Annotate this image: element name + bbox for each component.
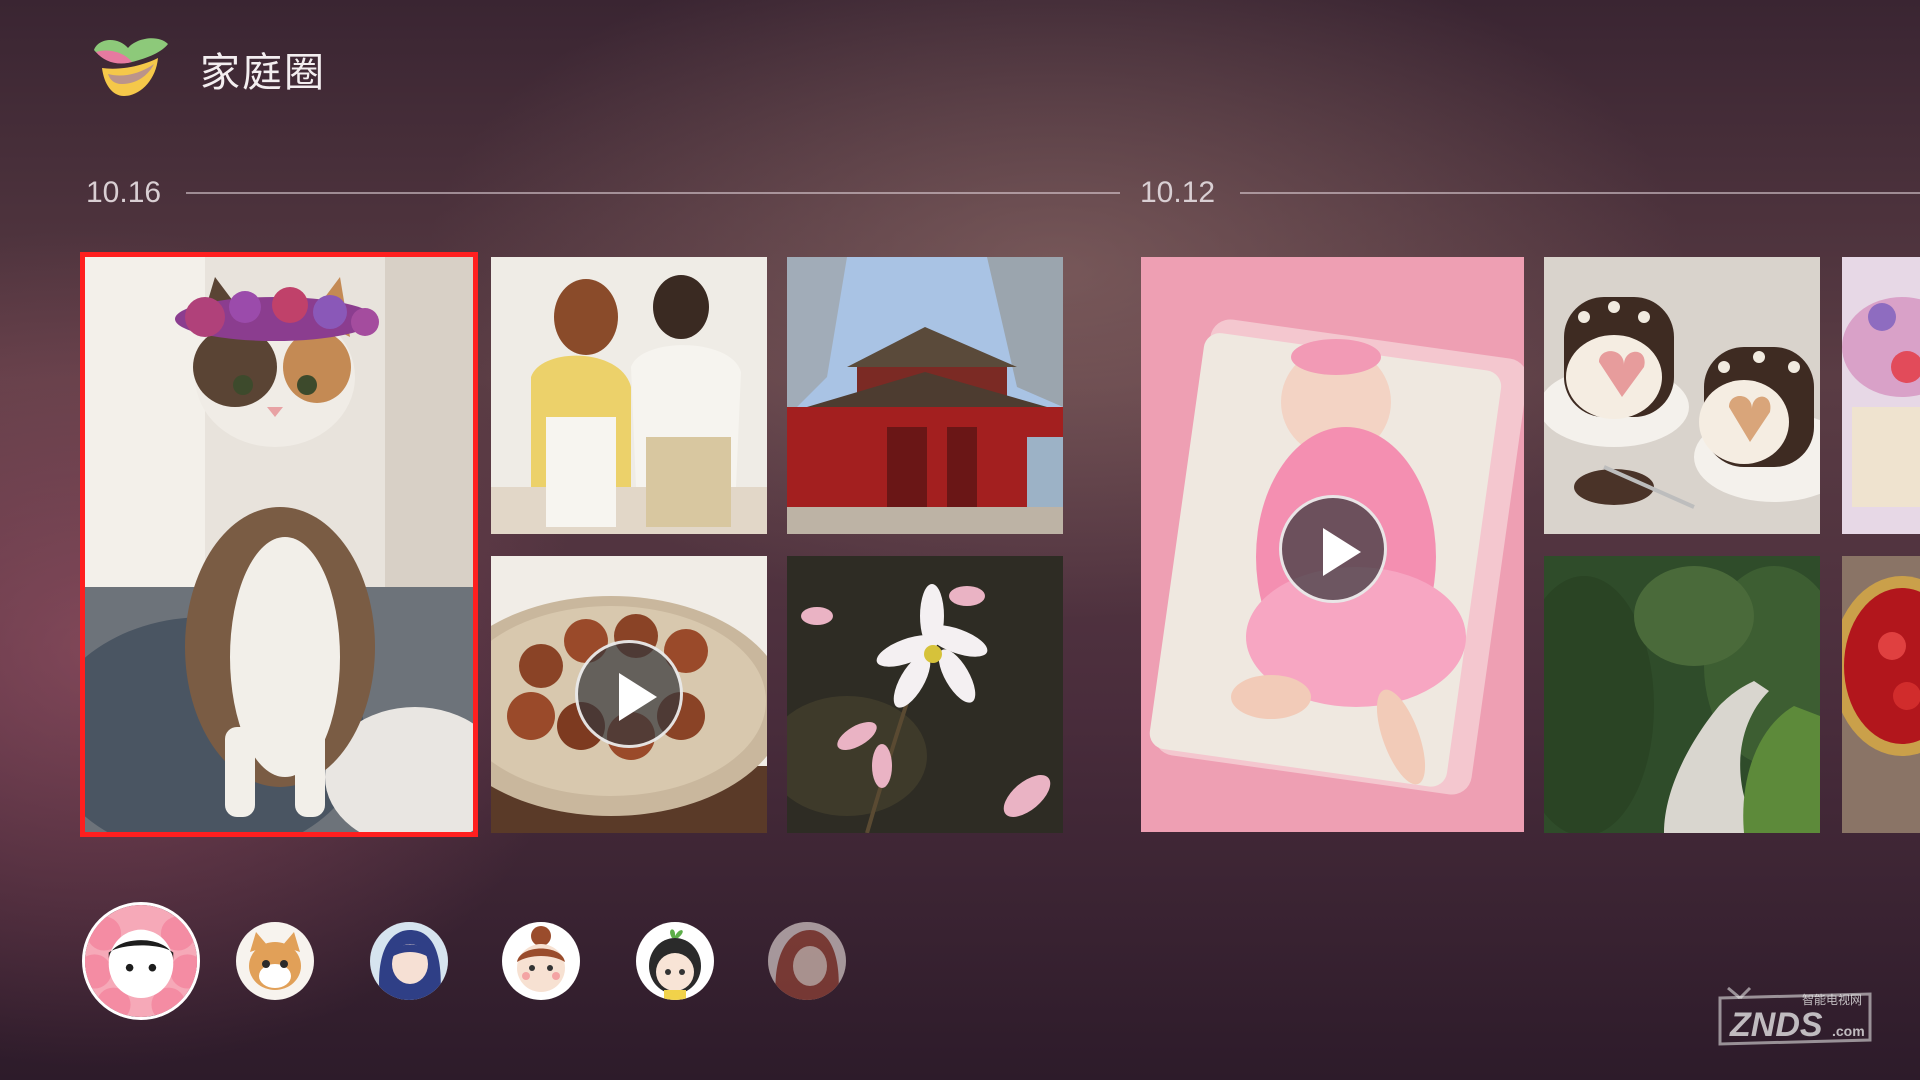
- photo-tile-women[interactable]: [491, 257, 767, 534]
- play-icon[interactable]: [575, 640, 683, 748]
- page-title: 家庭圈: [200, 50, 326, 96]
- avatar-sprout-girl[interactable]: [636, 922, 714, 1000]
- watermark-tagline: 智能电视网: [1802, 992, 1862, 1007]
- watermark-brand: ZNDS: [1729, 1006, 1823, 1044]
- date-divider: [1240, 192, 1920, 194]
- video-tile-meatballs[interactable]: [491, 556, 767, 833]
- avatar-selected[interactable]: [82, 902, 200, 1020]
- photo-tile-garden-path[interactable]: [1544, 556, 1820, 833]
- avatar-anime-girl[interactable]: [370, 922, 448, 1000]
- avatar-cat[interactable]: [236, 922, 314, 1000]
- video-tile-baby[interactable]: [1141, 257, 1524, 832]
- photo-tile-jam[interactable]: [1842, 556, 1920, 833]
- date-label-1016: 10.16: [86, 176, 162, 209]
- avatar-bun-girl[interactable]: [502, 922, 580, 1000]
- date-label-1012: 10.12: [1140, 176, 1216, 209]
- focus-highlight: [80, 252, 478, 837]
- avatar-redhead[interactable]: [768, 922, 846, 1000]
- photo-tile-cupcake[interactable]: [1842, 257, 1920, 534]
- photo-tile-cake-rolls[interactable]: [1544, 257, 1820, 534]
- date-divider: [186, 192, 1120, 194]
- watermark-suffix: .com: [1832, 1023, 1865, 1039]
- photo-tile-temple[interactable]: [787, 257, 1063, 534]
- znds-watermark-logo: ZNDS .com 智能电视网: [1710, 980, 1880, 1052]
- app-logo-icon: [88, 32, 172, 100]
- play-icon[interactable]: [1279, 495, 1387, 603]
- photo-tile-flowers[interactable]: [787, 556, 1063, 833]
